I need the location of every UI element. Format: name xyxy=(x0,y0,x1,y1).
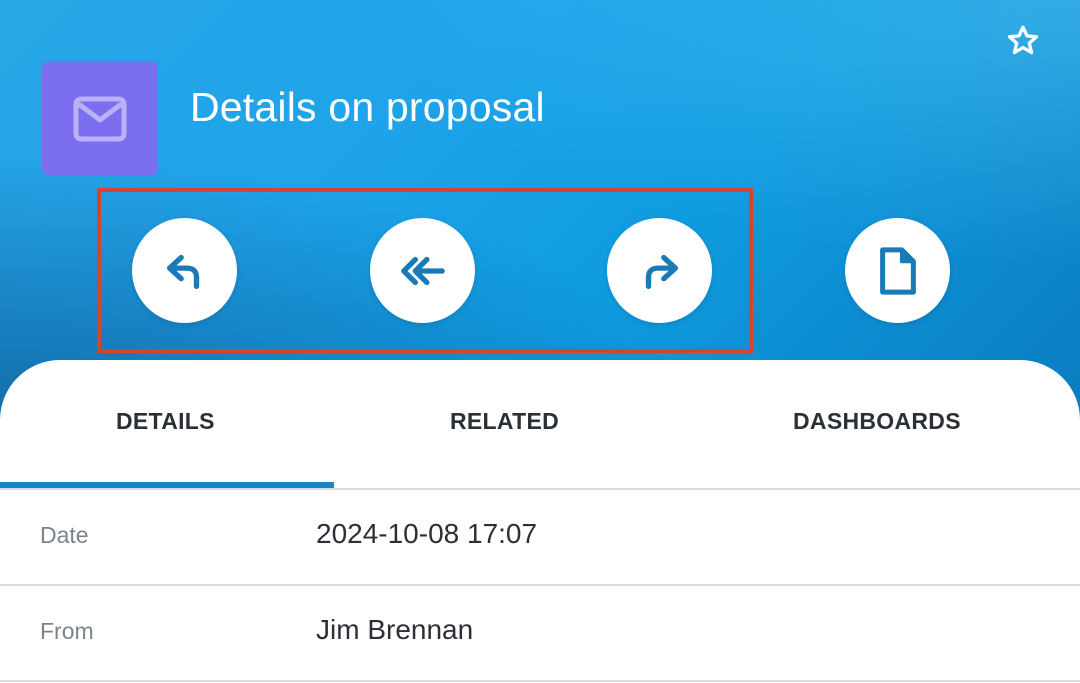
tab-divider xyxy=(0,488,1080,490)
tab-related[interactable]: RELATED xyxy=(450,408,559,435)
envelope-icon xyxy=(73,96,127,141)
tab-dashboards[interactable]: DASHBOARDS xyxy=(793,408,961,435)
field-label-date: Date xyxy=(40,522,89,548)
field-value-from: Jim Brennan xyxy=(316,614,474,645)
row-divider xyxy=(0,584,1080,586)
favorite-button[interactable] xyxy=(1002,20,1044,62)
actions-highlight-box xyxy=(97,188,753,353)
star-outline-icon xyxy=(1007,25,1039,55)
row-divider xyxy=(0,680,1080,682)
tab-details[interactable]: DETAILS xyxy=(116,408,215,435)
field-label-from: From xyxy=(40,618,94,644)
record-screen: Details on proposal DETAILS RELATED DASH… xyxy=(0,0,1080,683)
document-button[interactable] xyxy=(845,218,950,323)
document-icon xyxy=(879,246,916,295)
field-value-date: 2024-10-08 17:07 xyxy=(316,518,538,549)
record-type-icon xyxy=(42,61,158,176)
page-title: Details on proposal xyxy=(190,84,545,130)
